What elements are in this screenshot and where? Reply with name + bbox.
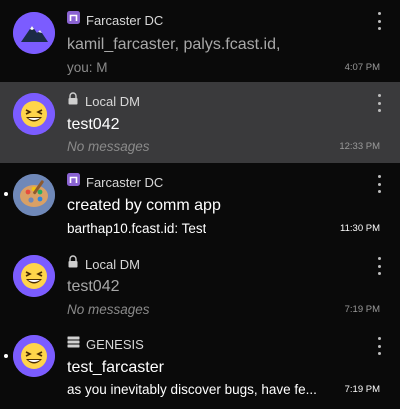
grinning-emoji-avatar — [13, 255, 55, 297]
grinning-emoji-avatar — [13, 93, 55, 135]
more-options-icon[interactable] — [374, 94, 384, 112]
thread-last-message: No messages — [67, 139, 150, 154]
thread-type-label: Local DM — [85, 256, 140, 272]
unread-indicator — [4, 354, 8, 358]
more-options-icon[interactable] — [374, 337, 384, 355]
thread-title: test042 — [67, 278, 120, 295]
more-options-icon[interactable] — [374, 175, 384, 193]
thread-timestamp: 4:07 PM — [344, 62, 380, 73]
thread-last-message: barthap10.fcast.id: Test — [67, 221, 207, 236]
palette-emoji-avatar — [13, 174, 55, 216]
mountain-avatar — [13, 12, 55, 54]
thread-row[interactable]: Farcaster DC created by comm app barthap… — [0, 164, 400, 245]
thread-timestamp: 12:33 PM — [339, 141, 380, 152]
thread-title: created by comm app — [67, 197, 221, 214]
more-options-icon[interactable] — [374, 12, 384, 30]
thread-timestamp: 7:19 PM — [344, 304, 380, 315]
thread-title: kamil_farcaster, palys.fcast.id, — [67, 36, 281, 53]
farcaster-icon — [67, 173, 80, 191]
server-icon — [67, 335, 80, 353]
thread-type-label: Farcaster DC — [86, 174, 164, 190]
thread-last-message: as you inevitably discover bugs, have fe… — [67, 382, 317, 397]
thread-title: test042 — [67, 116, 120, 133]
thread-title: test_farcaster — [67, 359, 164, 376]
thread-timestamp: 11:30 PM — [340, 223, 380, 234]
thread-last-message: No messages — [67, 302, 150, 317]
unread-indicator — [4, 192, 8, 196]
thread-type-label: Farcaster DC — [86, 12, 164, 28]
lock-icon — [67, 255, 79, 273]
thread-row[interactable]: Local DM test042 No messages 12:33 PM — [0, 82, 400, 163]
grinning-emoji-avatar — [13, 335, 55, 377]
thread-last-message: you: M — [67, 60, 108, 75]
thread-type-label: GENESIS — [86, 336, 144, 352]
thread-timestamp: 7:19 PM — [344, 384, 380, 395]
thread-row[interactable]: Local DM test042 No messages 7:19 PM — [0, 246, 400, 327]
more-options-icon[interactable] — [374, 257, 384, 275]
farcaster-icon — [67, 11, 80, 29]
thread-type-label: Local DM — [85, 93, 140, 109]
thread-row[interactable]: GENESIS test_farcaster as you inevitably… — [0, 328, 400, 409]
thread-row[interactable]: Farcaster DC kamil_farcaster, palys.fcas… — [0, 0, 400, 81]
lock-icon — [67, 92, 79, 110]
